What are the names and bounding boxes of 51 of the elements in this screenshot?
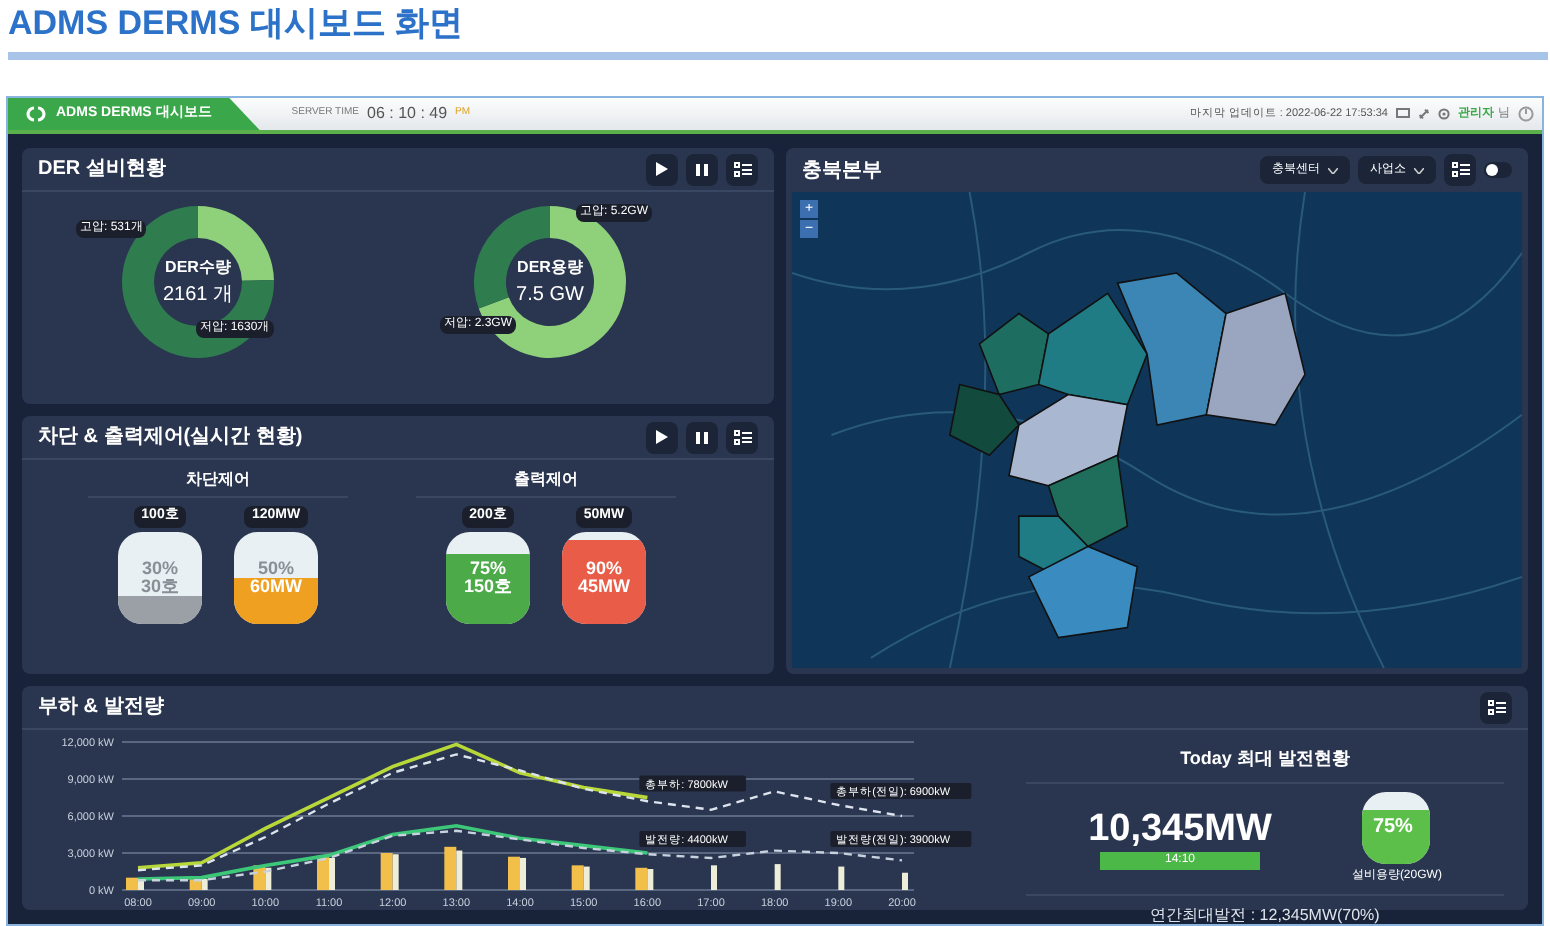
play-button[interactable] [646,421,678,453]
bar [838,866,845,890]
caret-icon [1414,167,1424,173]
list-icon [733,161,751,177]
donut-center-label: DER수량 [165,255,231,279]
list-icon [1487,699,1505,715]
donut-center-value: 2161 개 [162,281,234,309]
bar [711,865,717,890]
tank-value: 150호 [463,577,513,595]
play-button[interactable] [646,153,678,185]
list-settings-button[interactable] [1480,691,1512,723]
bar [774,864,781,890]
settings-icon[interactable] [1438,108,1450,120]
toggle-switch[interactable] [1484,162,1512,178]
pause-icon [696,163,708,175]
list-icon [1451,162,1469,178]
panel-title: DER 설비현황 [38,156,166,184]
tank-value: 30호 [140,577,179,595]
tank-value: 60MW [249,577,302,595]
panel-title: 충북본부 [802,157,882,185]
annual-max-text: 연간최대발전 : 12,345MW(70%) [1026,893,1504,926]
tank-percent: 75% [469,559,506,577]
group-title: 차단제어 [88,468,348,498]
max-generation-value: 10,345MW [1088,807,1272,851]
tank-percent: 30% [141,559,178,577]
today-title: Today 최대 발전현황 [1026,746,1504,783]
play-icon [656,162,668,176]
play-icon [656,430,668,444]
list-settings-button[interactable] [726,153,758,185]
logo-icon [24,106,48,122]
monitor-icon[interactable] [1396,108,1410,120]
donut-center-value: 7.5 GW [516,281,584,309]
list-settings-button[interactable] [726,421,758,453]
pause-button[interactable] [686,153,718,185]
page-title: ADMS DERMS 대시보드 화면 [8,4,466,44]
tank-percent: 50% [257,559,294,577]
pause-button[interactable] [686,421,718,453]
donut-center-label: DER용량 [517,255,583,279]
pause-icon [696,431,708,443]
panel-title: 부하 & 발전량 [38,694,164,722]
server-time: 06 : 10 : 49 [367,102,448,126]
bar [902,872,908,890]
tank-percent: 90% [585,559,622,577]
list-icon [733,429,751,445]
group-title: 출력제어 [416,468,676,498]
tank-value: 45MW [577,577,630,595]
capacity-percent: 75% [1372,815,1413,839]
power-icon[interactable] [1518,106,1534,122]
list-settings-button[interactable] [1444,154,1476,186]
panel-title: 차단 & 출력제어(실시간 현황) [38,424,303,452]
caret-icon [1328,167,1338,173]
